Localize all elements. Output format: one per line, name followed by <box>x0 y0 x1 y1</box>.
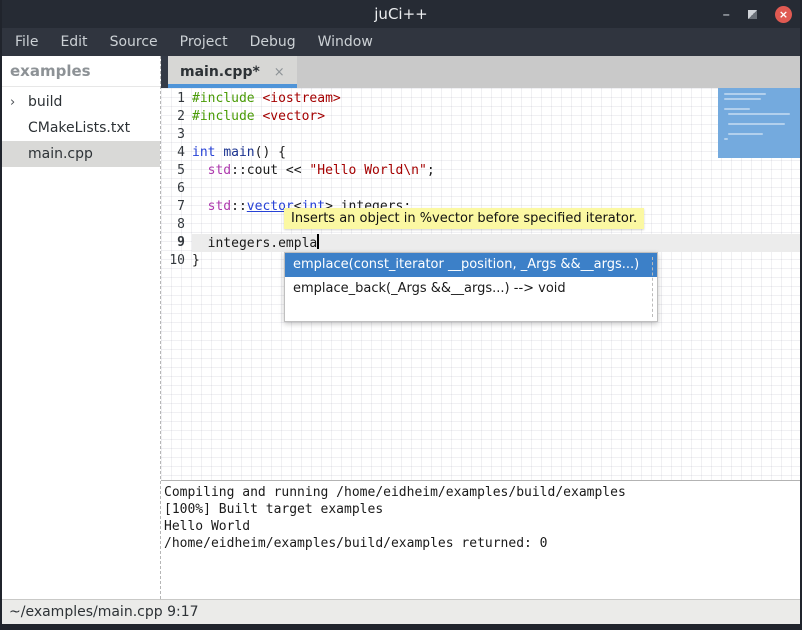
code-token: std <box>208 199 231 214</box>
line-number: 10 <box>161 252 192 270</box>
completion-item[interactable]: emplace(const_iterator __position, _Args… <box>285 253 657 277</box>
menu-item-debug[interactable]: Debug <box>239 28 307 56</box>
text-cursor <box>317 234 319 249</box>
tabbar-left-edge <box>161 56 168 88</box>
line-number: 7 <box>161 198 192 216</box>
tab-close-icon[interactable]: × <box>274 65 285 80</box>
code-token: integers.empla <box>192 236 317 251</box>
code-text <box>192 180 800 198</box>
status-bar: ~/examples/main.cpp 9:17 <box>2 599 800 624</box>
terminal-line: [100%] Built target examples <box>164 501 800 518</box>
terminal-line: Hello World <box>164 518 800 535</box>
restore-window-icon[interactable] <box>748 10 757 19</box>
sidebar-item-main-cpp[interactable]: main.cpp <box>2 141 160 167</box>
code-line-2: 2#include <vector> <box>161 108 800 126</box>
code-text: int main() { <box>192 144 800 162</box>
code-token: () { <box>255 145 286 160</box>
code-line-5: 5 std::cout << "Hello World\n"; <box>161 162 800 180</box>
code-token: main <box>223 145 254 160</box>
popup-scrollbar[interactable] <box>652 257 653 317</box>
minimap-line <box>728 123 785 125</box>
tab-label: main.cpp* <box>180 64 260 80</box>
minimap-line <box>728 133 763 135</box>
code-token: "Hello World\n" <box>309 163 426 178</box>
app-window: juCi++ – × FileEditSourceProjectDebugWin… <box>0 0 802 630</box>
code-line-9: 9 integers.empla <box>161 234 800 252</box>
line-number: 9 <box>161 234 192 252</box>
build-output-terminal[interactable]: Compiling and running /home/eidheim/exam… <box>161 480 800 599</box>
menu-bar: FileEditSourceProjectDebugWindow <box>2 28 800 56</box>
line-number: 2 <box>161 108 192 126</box>
sidebar-item-build[interactable]: ›build <box>2 89 160 115</box>
terminal-line: Compiling and running /home/eidheim/exam… <box>164 484 800 501</box>
close-icon[interactable]: × <box>775 6 792 23</box>
main-area: examples ›build CMakeLists.txt main.cpp ma… <box>2 56 800 599</box>
terminal-line: /home/eidheim/examples/build/examples re… <box>164 535 800 552</box>
code-token <box>192 163 208 178</box>
minimap-overview[interactable] <box>718 88 800 158</box>
minimap-line <box>724 93 766 95</box>
line-number: 6 <box>161 180 192 198</box>
minimap-line <box>724 108 750 110</box>
menu-item-edit[interactable]: Edit <box>49 28 98 56</box>
tree-item-label: main.cpp <box>28 146 93 162</box>
completion-item[interactable]: emplace_back(_Args &&__args...) --> void <box>285 277 657 301</box>
code-line-3: 3 <box>161 126 800 144</box>
file-sidebar: examples ›build CMakeLists.txt main.cpp <box>2 56 161 599</box>
status-file-position: ~/examples/main.cpp 9:17 <box>9 604 199 620</box>
window-title: juCi++ <box>2 0 800 28</box>
minimap-line <box>724 98 761 100</box>
code-token: ::cout << <box>231 163 309 178</box>
sidebar-header: examples <box>2 56 160 87</box>
file-tree: ›build CMakeLists.txt main.cpp <box>2 87 160 167</box>
code-text <box>192 126 800 144</box>
content-area: main.cpp* × 1#include <iostream>2#includ… <box>161 56 800 599</box>
code-token: std <box>208 163 231 178</box>
menu-item-source[interactable]: Source <box>99 28 169 56</box>
menu-item-project[interactable]: Project <box>169 28 239 56</box>
code-text: integers.empla <box>192 234 800 252</box>
code-token: ; <box>427 163 435 178</box>
code-text: #include <iostream> <box>192 90 800 108</box>
autocomplete-popup: emplace(const_iterator __position, _Args… <box>284 252 658 322</box>
line-number: 4 <box>161 144 192 162</box>
minimap-line <box>728 113 790 115</box>
code-line-1: 1#include <iostream> <box>161 90 800 108</box>
code-area: 1#include <iostream>2#include <vector>34… <box>161 90 800 270</box>
code-line-4: 4int main() { <box>161 144 800 162</box>
minimap-line <box>724 138 728 140</box>
code-token: #include <box>192 109 262 124</box>
chevron-right-icon[interactable]: › <box>10 95 28 110</box>
line-number: 5 <box>161 162 192 180</box>
code-token: #include <box>192 91 262 106</box>
tree-item-label: CMakeLists.txt <box>28 120 130 136</box>
code-editor[interactable]: 1#include <iostream>2#include <vector>34… <box>161 88 800 480</box>
sidebar-item-cmakelists-txt[interactable]: CMakeLists.txt <box>2 115 160 141</box>
tree-item-label: build <box>28 94 62 110</box>
code-token: :: <box>231 199 247 214</box>
minimize-icon[interactable]: – <box>723 0 731 28</box>
tab-main-cpp[interactable]: main.cpp* × <box>168 56 297 88</box>
window-controls: – × <box>723 0 793 28</box>
window-bottom-edge <box>2 624 800 630</box>
menu-item-file[interactable]: File <box>4 28 49 56</box>
code-token: int <box>192 145 215 160</box>
code-token: <iostream> <box>262 91 340 106</box>
line-number: 3 <box>161 126 192 144</box>
tab-bar: main.cpp* × <box>161 56 800 88</box>
doc-tooltip: Inserts an object in %vector before spec… <box>284 208 644 229</box>
code-text: std::cout << "Hello World\n"; <box>192 162 800 180</box>
code-token: <vector> <box>262 109 325 124</box>
code-token <box>192 199 208 214</box>
line-number: 8 <box>161 216 192 234</box>
code-token: } <box>192 253 200 268</box>
autocomplete-list: emplace(const_iterator __position, _Args… <box>285 253 657 301</box>
code-line-6: 6 <box>161 180 800 198</box>
title-bar: juCi++ – × <box>2 0 800 28</box>
code-text: #include <vector> <box>192 108 800 126</box>
menu-item-window[interactable]: Window <box>307 28 384 56</box>
line-number: 1 <box>161 90 192 108</box>
